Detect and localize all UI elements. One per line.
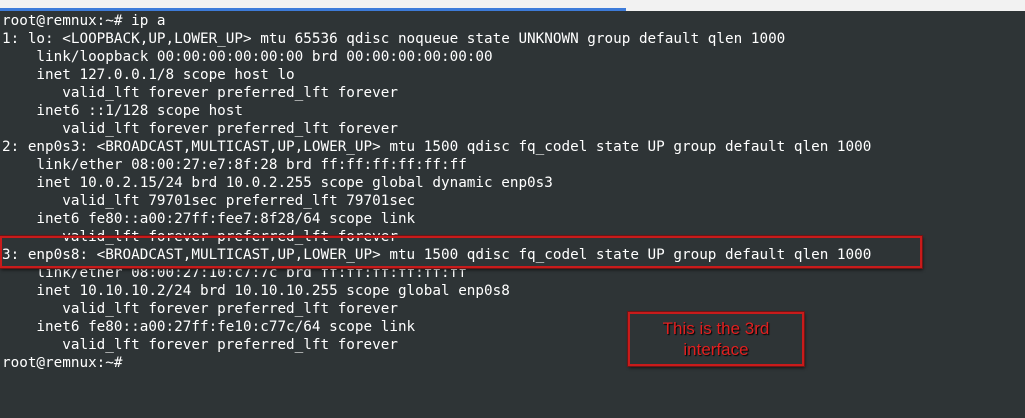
output-line: link/ether 08:00:27:10:c7:7c brd ff:ff:f… [2, 265, 467, 281]
output-line: inet 127.0.0.1/8 scope host lo [2, 67, 295, 83]
terminal-window[interactable]: root@remnux:~# ip a 1: lo: <LOOPBACK,UP,… [0, 0, 1025, 418]
output-line: link/ether 08:00:27:e7:8f:28 brd ff:ff:f… [2, 157, 467, 173]
prompt-line: root@remnux:~# [2, 355, 123, 371]
output-line: valid_lft forever preferred_lft forever [2, 337, 398, 353]
terminal-output[interactable]: root@remnux:~# ip a 1: lo: <LOOPBACK,UP,… [2, 12, 1025, 372]
output-line: inet6 fe80::a00:27ff:fee7:8f28/64 scope … [2, 211, 416, 227]
output-line: 2: enp0s3: <BROADCAST,MULTICAST,UP,LOWER… [2, 139, 872, 155]
output-line: valid_lft forever preferred_lft forever [2, 229, 398, 245]
output-line: valid_lft forever preferred_lft forever [2, 301, 398, 317]
output-line: valid_lft forever preferred_lft forever [2, 121, 398, 137]
output-line: link/loopback 00:00:00:00:00:00 brd 00:0… [2, 49, 493, 65]
annotation-callout: This is the 3rd interface [628, 312, 804, 366]
output-line: inet6 fe80::a00:27ff:fe10:c77c/64 scope … [2, 319, 416, 335]
output-line: inet 10.0.2.15/24 brd 10.0.2.255 scope g… [2, 175, 553, 191]
window-top-accent [0, 8, 626, 11]
output-line: 1: lo: <LOOPBACK,UP,LOWER_UP> mtu 65536 … [2, 31, 786, 47]
output-line: inet 10.10.10.2/24 brd 10.10.10.255 scop… [2, 283, 510, 299]
output-line: inet6 ::1/128 scope host [2, 103, 244, 119]
annotation-callout-text: This is the 3rd interface [662, 319, 770, 359]
output-line: valid_lft 79701sec preferred_lft 79701se… [2, 193, 416, 209]
output-line: valid_lft forever preferred_lft forever [2, 85, 398, 101]
prompt-line-command: root@remnux:~# ip a [2, 13, 166, 29]
output-line-enp0s8-header: 3: enp0s8: <BROADCAST,MULTICAST,UP,LOWER… [2, 247, 872, 263]
